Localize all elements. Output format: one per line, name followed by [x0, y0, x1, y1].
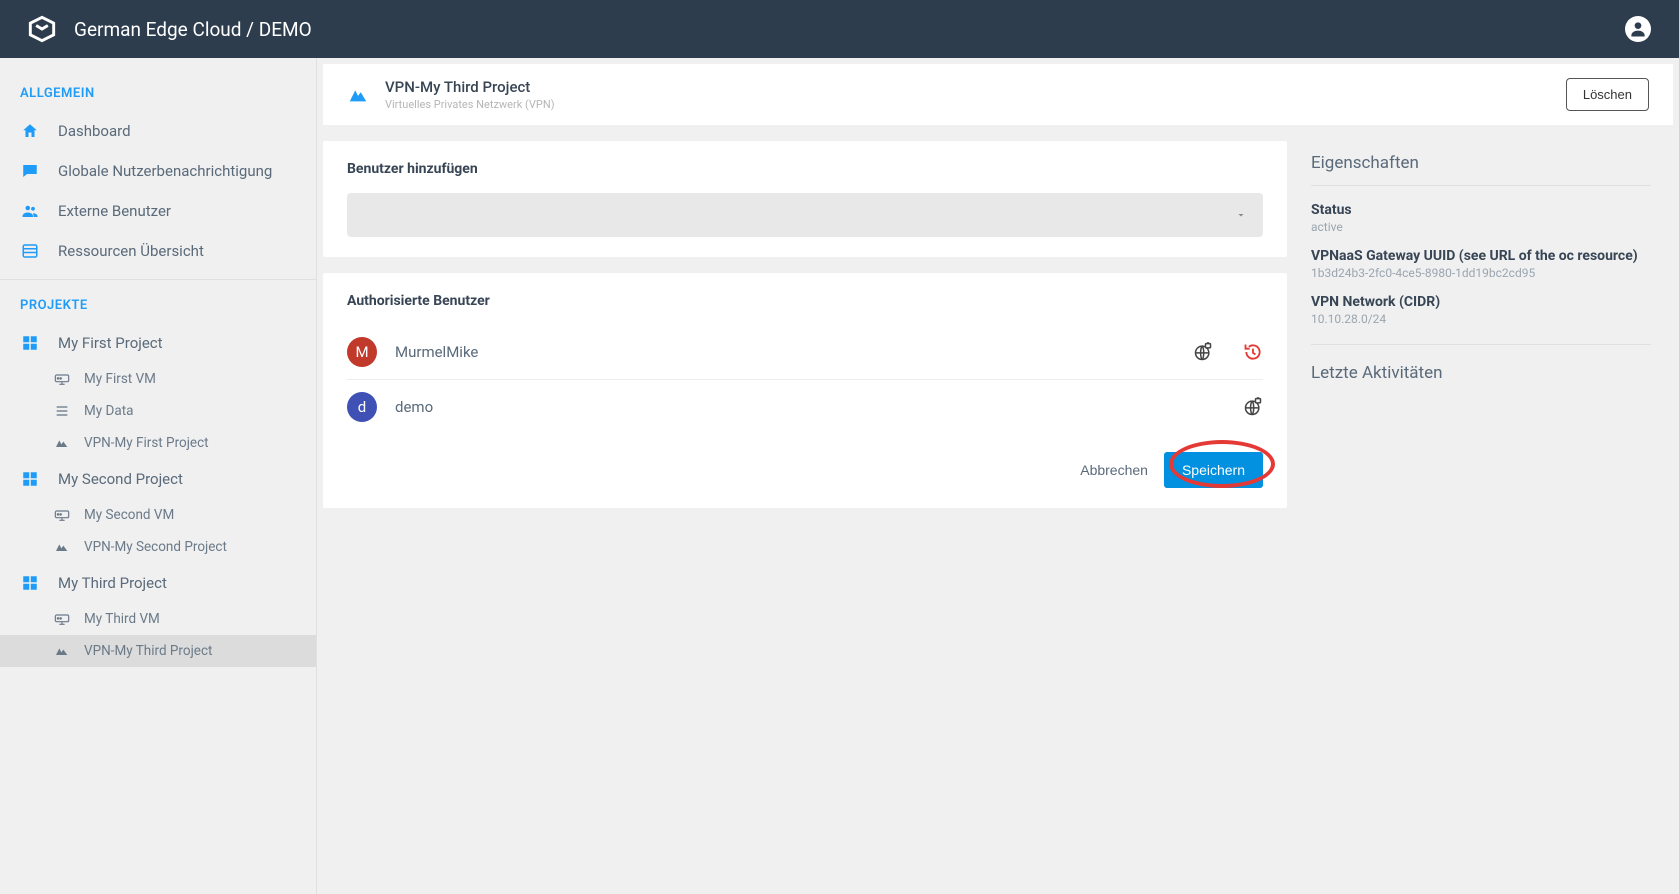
- sidebar-subitem-data[interactable]: My Data: [0, 395, 316, 427]
- sidebar-subitem-label: My First VM: [84, 371, 156, 387]
- grid-icon: [20, 573, 40, 593]
- topbar-left: German Edge Cloud / DEMO: [28, 15, 312, 43]
- authorized-users-title: Authorisierte Benutzer: [347, 293, 1263, 309]
- user-actions: [1243, 397, 1263, 417]
- list-icon: [20, 241, 40, 261]
- grid-icon: [20, 469, 40, 489]
- caret-down-icon: [1235, 209, 1247, 221]
- property-value: 1b3d24b3-2fc0-4ce5-8980-1dd19bc2cd95: [1311, 266, 1651, 280]
- delete-button[interactable]: Löschen: [1566, 78, 1649, 111]
- sidebar-item-notifications[interactable]: Globale Nutzerbenachrichtigung: [0, 151, 316, 191]
- vm-icon: [54, 371, 70, 387]
- grid-icon: [20, 333, 40, 353]
- sidebar-section-general: ALLGEMEIN: [0, 76, 316, 111]
- sidebar-project[interactable]: My First Project: [0, 323, 316, 363]
- sidebar-subitem-vm[interactable]: My First VM: [0, 363, 316, 395]
- sidebar-item-dashboard[interactable]: Dashboard: [0, 111, 316, 151]
- user-row: ddemo: [347, 380, 1263, 434]
- people-icon: [20, 201, 40, 221]
- vpn-access-icon[interactable]: [1193, 342, 1213, 362]
- authorized-users-card: Authorisierte Benutzer MMurmelMikeddemo …: [323, 273, 1287, 508]
- app-title: German Edge Cloud / DEMO: [74, 18, 312, 41]
- page-title: VPN-My Third Project: [385, 78, 555, 96]
- vpn-icon: [54, 539, 70, 555]
- activities-header: Letzte Aktivitäten: [1311, 363, 1651, 383]
- sidebar-subitem-label: VPN-My Second Project: [84, 539, 227, 555]
- sidebar-project-label: My Second Project: [58, 470, 183, 488]
- property-value: active: [1311, 220, 1651, 234]
- user-avatar: M: [347, 337, 377, 367]
- sidebar-subitem-vpn[interactable]: VPN-My First Project: [0, 427, 316, 459]
- sidebar-item-resources[interactable]: Ressourcen Übersicht: [0, 231, 316, 271]
- sidebar-item-label: Externe Benutzer: [58, 202, 171, 220]
- sidebar-subitem-label: My Data: [84, 403, 134, 419]
- sidebar-section-projects: PROJEKTE: [0, 288, 316, 323]
- property-label: VPN Network (CIDR): [1311, 294, 1651, 310]
- sidebar-project[interactable]: My Third Project: [0, 563, 316, 603]
- sidebar-item-label: Dashboard: [58, 122, 131, 140]
- sidebar-project-label: My Third Project: [58, 574, 167, 592]
- vpn-icon: [54, 643, 70, 659]
- sidebar-divider: [0, 279, 316, 280]
- sidebar-subitem-vpn[interactable]: VPN-My Second Project: [0, 531, 316, 563]
- sidebar-subitem-label: My Second VM: [84, 507, 174, 523]
- user-name: MurmelMike: [395, 343, 1193, 361]
- vpn-icon: [347, 84, 369, 106]
- sidebar-project[interactable]: My Second Project: [0, 459, 316, 499]
- properties-divider: [1311, 344, 1651, 345]
- restore-icon[interactable]: [1243, 342, 1263, 362]
- sidebar-subitem-label: My Third VM: [84, 611, 160, 627]
- vm-icon: [54, 507, 70, 523]
- page-header: VPN-My Third Project Virtuelles Privates…: [323, 64, 1673, 125]
- user-name: demo: [395, 398, 1243, 416]
- sidebar-item-label: Globale Nutzerbenachrichtigung: [58, 162, 272, 180]
- properties-panel: Eigenschaften Status active VPNaaS Gateway…: [1311, 141, 1671, 383]
- sidebar-subitem-vm[interactable]: My Third VM: [0, 603, 316, 635]
- property-item: VPN Network (CIDR) 10.10.28.0/24: [1311, 294, 1651, 326]
- add-user-card: Benutzer hinzufügen: [323, 141, 1287, 257]
- data-icon: [54, 403, 70, 419]
- page-subtitle: Virtuelles Privates Netzwerk (VPN): [385, 98, 555, 111]
- topbar: German Edge Cloud / DEMO: [0, 0, 1679, 58]
- user-account-icon[interactable]: [1625, 16, 1651, 42]
- user-actions: [1193, 342, 1263, 362]
- home-icon: [20, 121, 40, 141]
- sidebar-subitem-vm[interactable]: My Second VM: [0, 499, 316, 531]
- user-row: M MurmelMike: [347, 325, 1263, 380]
- save-button[interactable]: Speichern: [1164, 452, 1263, 488]
- user-avatar: d: [347, 392, 377, 422]
- sidebar: ALLGEMEIN Dashboard Globale Nutzerbenach…: [0, 58, 317, 894]
- property-label: Status: [1311, 202, 1651, 218]
- property-item: VPNaaS Gateway UUID (see URL of the oc r…: [1311, 248, 1651, 280]
- sidebar-project-label: My First Project: [58, 334, 163, 352]
- sidebar-item-external-users[interactable]: Externe Benutzer: [0, 191, 316, 231]
- vpn-access-icon[interactable]: [1243, 397, 1263, 417]
- properties-header: Eigenschaften: [1311, 141, 1651, 186]
- add-user-title: Benutzer hinzufügen: [347, 161, 1263, 177]
- sidebar-subitem-label: VPN-My First Project: [84, 435, 209, 451]
- cancel-button[interactable]: Abbrechen: [1080, 462, 1148, 478]
- chat-icon: [20, 161, 40, 181]
- main-content: VPN-My Third Project Virtuelles Privates…: [317, 58, 1679, 894]
- sidebar-subitem-label: VPN-My Third Project: [84, 643, 212, 659]
- brand-logo-icon: [28, 15, 56, 43]
- property-item: Status active: [1311, 202, 1651, 234]
- add-user-dropdown[interactable]: [347, 193, 1263, 237]
- sidebar-subitem-vpn[interactable]: VPN-My Third Project: [0, 635, 316, 667]
- vpn-icon: [54, 435, 70, 451]
- sidebar-item-label: Ressourcen Übersicht: [58, 242, 204, 260]
- vm-icon: [54, 611, 70, 627]
- property-label: VPNaaS Gateway UUID (see URL of the oc r…: [1311, 248, 1651, 264]
- property-value: 10.10.28.0/24: [1311, 312, 1651, 326]
